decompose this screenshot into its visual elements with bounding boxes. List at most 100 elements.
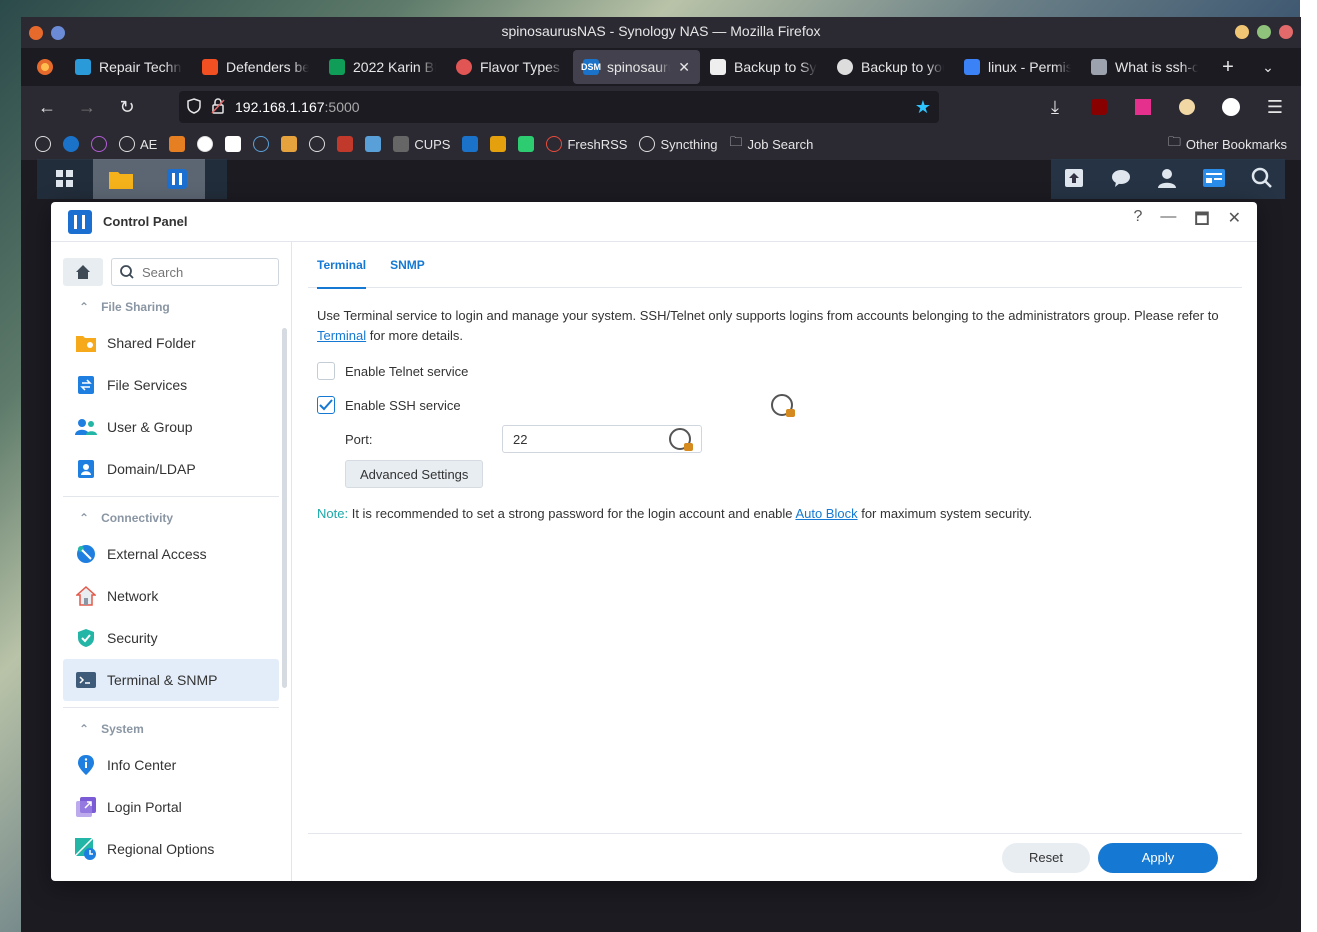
upload-icon[interactable]	[1063, 167, 1085, 192]
dsm-icon[interactable]	[462, 136, 479, 152]
maximize-window-button[interactable]	[1257, 25, 1271, 39]
file-station-button[interactable]	[93, 159, 149, 199]
sidebar-item-domain-ldap[interactable]: Domain/LDAP	[63, 448, 279, 490]
bookmark-cups[interactable]: CUPS	[393, 136, 450, 152]
browser-tab[interactable]: 2022 Karin BD	[319, 50, 446, 84]
reset-button[interactable]: Reset	[1002, 842, 1090, 873]
window-pin-icon[interactable]	[51, 26, 65, 40]
auto-block-link[interactable]: Auto Block	[795, 506, 857, 521]
grid-icon	[56, 170, 73, 187]
globe-icon[interactable]	[309, 136, 326, 152]
other-bookmarks[interactable]: 🗀 Other Bookmarks	[1168, 133, 1287, 155]
extension-grid-icon[interactable]	[1125, 91, 1161, 123]
plex-icon[interactable]	[490, 136, 507, 152]
bookmark-syncthing[interactable]: Syncthing	[639, 136, 718, 152]
bookmark-icon[interactable]	[169, 136, 186, 152]
sidebar-item-terminal-snmp[interactable]: Terminal & SNMP	[63, 659, 279, 701]
bookmark-job-search[interactable]: 🗀 Job Search	[730, 133, 814, 155]
ublock-icon[interactable]	[1081, 91, 1117, 123]
browser-tab[interactable]: Defenders bev	[192, 50, 319, 84]
tab-label: 2022 Karin BD	[353, 59, 436, 75]
control-panel-taskbar-button[interactable]	[149, 159, 205, 199]
extension-icon[interactable]	[1169, 91, 1205, 123]
sidebar-item-shared-folder[interactable]: Shared Folder	[63, 322, 279, 364]
bookmark-ae[interactable]: AE	[119, 136, 157, 152]
bookmark-icon[interactable]	[197, 136, 214, 152]
telnet-label[interactable]: Enable Telnet service	[345, 364, 468, 379]
sidebar-item-regional-options[interactable]: Regional Options	[63, 828, 279, 870]
close-window-button[interactable]	[1279, 25, 1293, 39]
widgets-icon[interactable]	[1202, 167, 1226, 192]
reload-icon[interactable]: ↻	[109, 91, 145, 123]
back-arrow-icon[interactable]: ←	[29, 91, 65, 123]
search-field[interactable]	[111, 258, 279, 286]
terminal-help-link[interactable]: Terminal	[317, 328, 366, 343]
firefox-menu-icon[interactable]	[29, 26, 43, 40]
browser-tab-active[interactable]: DSM spinosaurus ✕	[573, 50, 700, 84]
search-icon[interactable]	[1251, 167, 1273, 192]
password-manager-lock-icon[interactable]	[669, 428, 693, 451]
close-icon[interactable]: ✕	[1228, 208, 1241, 235]
chat-icon[interactable]	[1110, 167, 1132, 192]
password-manager-lock-icon[interactable]	[770, 394, 795, 417]
tab-terminal[interactable]: Terminal	[317, 242, 367, 289]
browser-tab[interactable]: linux - Permis	[954, 50, 1081, 84]
bookmark-icon[interactable]	[337, 136, 354, 152]
tab-label: What is ssh-co	[1115, 59, 1198, 75]
forward-arrow-icon[interactable]: →	[69, 91, 105, 123]
ssh-label[interactable]: Enable SSH service	[345, 398, 461, 413]
search-input[interactable]	[142, 264, 262, 280]
group-connectivity[interactable]: ⌃ Connectivity	[63, 503, 279, 533]
apply-button[interactable]: Apply	[1098, 842, 1218, 873]
list-tabs-chevron-icon[interactable]: ⌄	[1248, 59, 1288, 76]
control-panel-window: Control Panel ? — 🗖 ✕ ⌃Fil	[51, 202, 1257, 881]
group-file-sharing[interactable]: ⌃ File Sharing	[63, 292, 279, 322]
shield-icon[interactable]	[187, 97, 201, 117]
bookmark-icon[interactable]	[63, 136, 79, 152]
home-button[interactable]	[63, 258, 103, 286]
user-icon[interactable]	[1156, 167, 1178, 192]
sidebar-scrollbar[interactable]	[282, 328, 287, 688]
bookmark-icon[interactable]	[91, 136, 107, 152]
ssh-checkbox[interactable]	[317, 396, 335, 414]
account-icon[interactable]	[1213, 91, 1249, 123]
sidebar-item-file-services[interactable]: File Services	[63, 364, 279, 406]
close-tab-icon[interactable]: ✕	[678, 59, 690, 76]
sidebar-item-security[interactable]: Security	[63, 617, 279, 659]
globe-icon[interactable]	[35, 136, 51, 152]
bookmark-icon[interactable]	[253, 136, 270, 152]
new-tab-button[interactable]: +	[1208, 56, 1248, 79]
advanced-settings-button[interactable]: Advanced Settings	[345, 460, 484, 488]
bookmark-icon[interactable]	[281, 136, 298, 152]
browser-tab[interactable]: Flavor Types C	[446, 50, 573, 84]
group-system[interactable]: ⌃ System	[63, 714, 279, 744]
browser-tab[interactable]: Backup to you	[827, 50, 954, 84]
bookmark-star-icon[interactable]: ★	[915, 97, 931, 118]
tab-snmp[interactable]: SNMP	[390, 242, 425, 288]
sidebar-item-network[interactable]: Network	[63, 575, 279, 617]
bookmark-icon[interactable]	[225, 136, 242, 152]
sidebar-item-login-portal[interactable]: Login Portal	[63, 786, 279, 828]
browser-tab[interactable]: Repair Technic	[65, 50, 192, 84]
bookmark-icon[interactable]	[365, 136, 382, 152]
hamburger-menu-icon[interactable]: ☰	[1257, 91, 1293, 123]
minimize-icon[interactable]: —	[1160, 208, 1176, 235]
browser-tab[interactable]: Backup to Syn	[700, 50, 827, 84]
downloads-icon[interactable]: ⤓	[1037, 91, 1073, 123]
browser-tab[interactable]: What is ssh-co	[1081, 50, 1208, 84]
url-bar[interactable]: 192.168.1.167:5000 ★	[179, 91, 939, 123]
port-input[interactable]: 22	[502, 425, 702, 453]
maximize-icon[interactable]: 🗖	[1194, 208, 1209, 235]
note-tail: for maximum system security.	[861, 506, 1033, 521]
help-icon[interactable]: ?	[1133, 208, 1142, 235]
minimize-window-button[interactable]	[1235, 25, 1249, 39]
insecure-lock-icon[interactable]	[211, 97, 225, 117]
telnet-checkbox[interactable]	[317, 362, 335, 380]
bookmark-icon[interactable]	[518, 136, 535, 152]
firefox-view-icon[interactable]	[25, 58, 65, 76]
sidebar-item-external-access[interactable]: External Access	[63, 533, 279, 575]
main-menu-button[interactable]	[37, 159, 93, 199]
sidebar-item-info-center[interactable]: Info Center	[63, 744, 279, 786]
sidebar-item-user-group[interactable]: User & Group	[63, 406, 279, 448]
bookmark-freshrss[interactable]: FreshRSS	[546, 136, 627, 152]
